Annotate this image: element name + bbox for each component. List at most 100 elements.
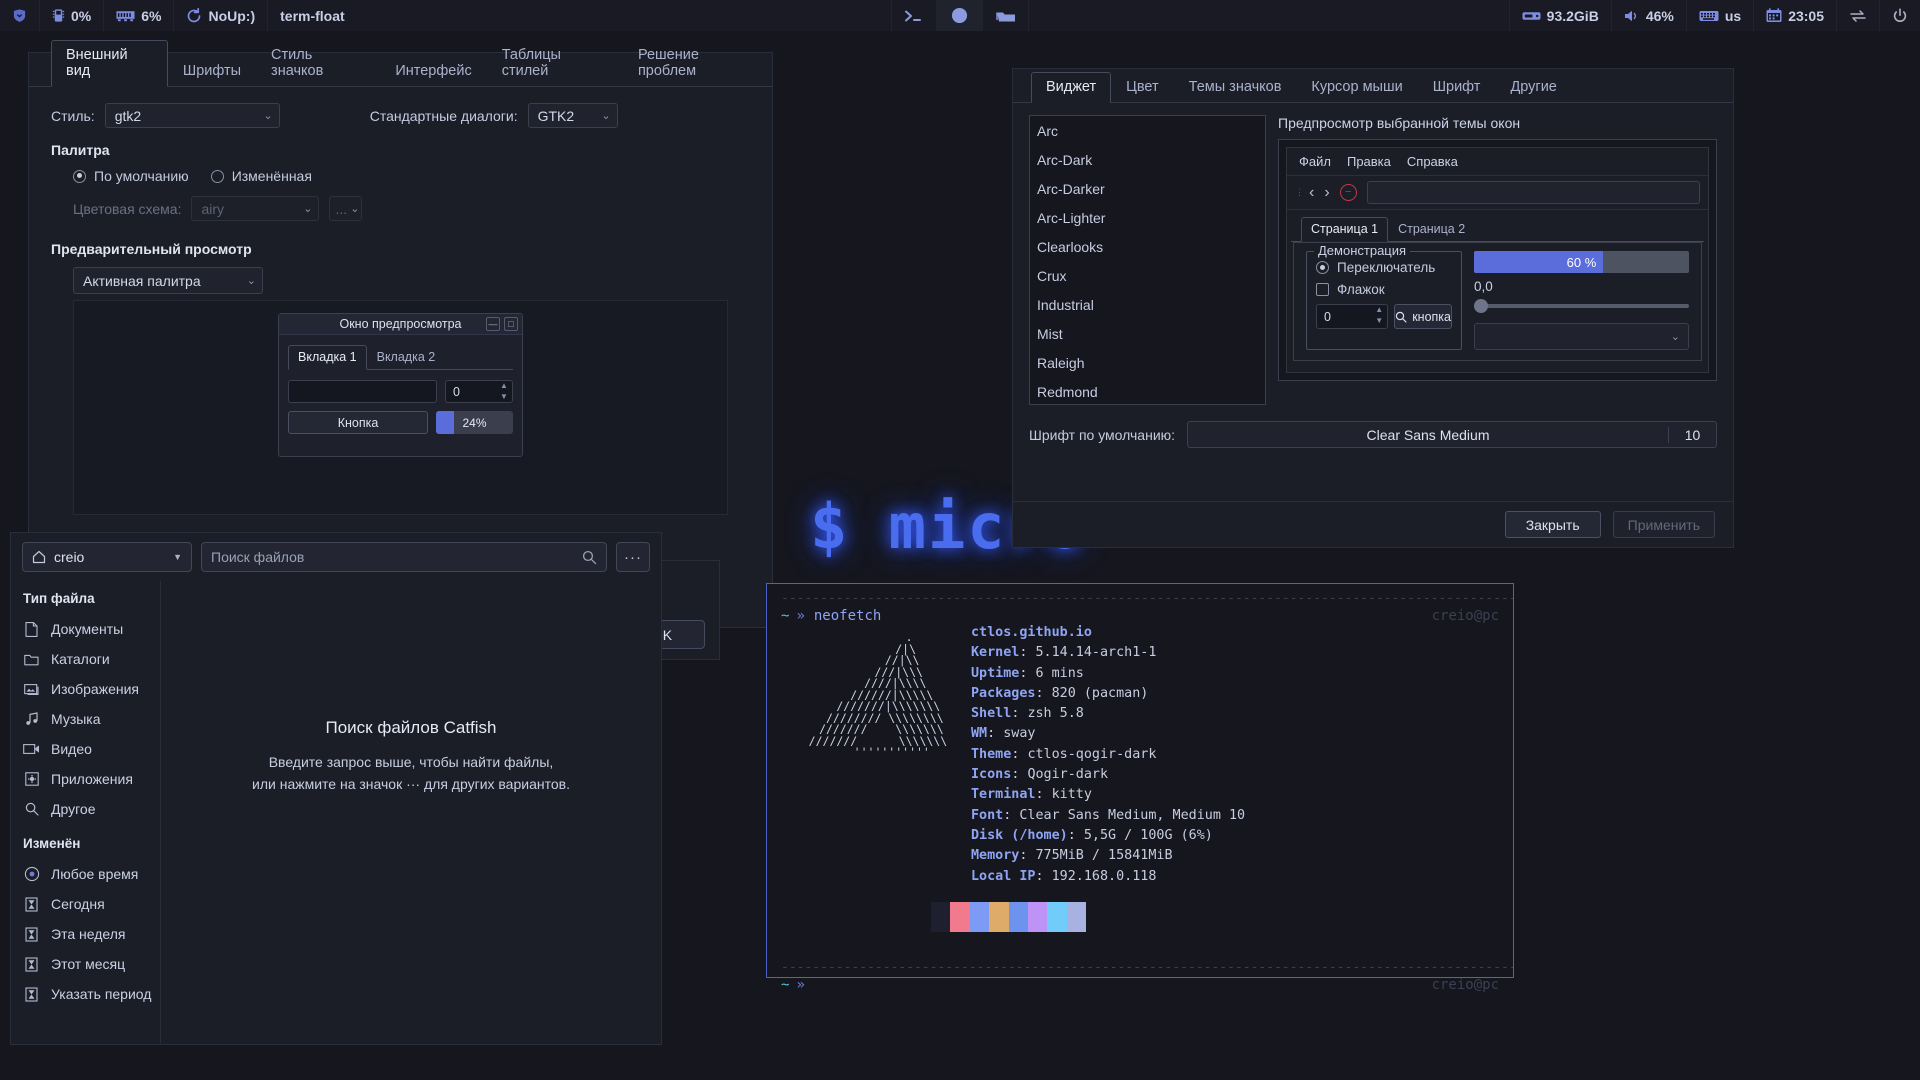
list-item[interactable]: Arc-Dark — [1030, 145, 1265, 174]
status-network[interactable] — [1836, 0, 1879, 31]
tab-font[interactable]: Шрифт — [1418, 72, 1496, 103]
back-arrow-icon[interactable]: ‹ — [1309, 184, 1314, 202]
sidebar-item-this-month[interactable]: Этот месяц — [23, 949, 160, 979]
tab-stylesheets[interactable]: Таблицы стилей — [487, 40, 623, 87]
preview-address-field[interactable] — [1367, 181, 1700, 204]
sidebar-item-label: Указать период — [51, 986, 151, 1002]
more-options-button[interactable]: ··· — [616, 542, 650, 572]
status-disk[interactable]: 93.2GiB — [1509, 0, 1611, 31]
preview-page-tab-2[interactable]: Страница 2 — [1388, 217, 1475, 242]
prompt-host: creio@pc — [1432, 608, 1499, 624]
tab-interface[interactable]: Интерфейс — [380, 56, 486, 87]
menu-edit[interactable]: Правка — [1347, 154, 1391, 169]
colorscheme-more-button[interactable]: ... ⌄ — [329, 196, 362, 221]
sidebar-item-other[interactable]: Другое — [23, 794, 160, 824]
sidebar-item-label: Документы — [51, 621, 123, 637]
forward-arrow-icon[interactable]: › — [1324, 184, 1329, 202]
dialogs-select[interactable]: GTK2 ⌄ — [528, 103, 618, 128]
list-item[interactable]: Arc-Darker — [1030, 174, 1265, 203]
list-item[interactable]: Clearlooks — [1030, 232, 1265, 261]
sidebar-item-images[interactable]: Изображения — [23, 674, 160, 704]
palette-custom-label: Изменённая — [232, 168, 312, 184]
tab-icon-themes[interactable]: Темы значков — [1174, 72, 1297, 103]
colorscheme-select[interactable]: airy ⌄ — [191, 196, 319, 221]
search-icon[interactable] — [582, 550, 597, 565]
empty-state-line2: или нажмите на значок ··· для других вар… — [252, 774, 570, 796]
sidebar-item-documents[interactable]: Документы — [23, 614, 160, 644]
tab-troubleshooting[interactable]: Решение проблем — [623, 40, 772, 87]
folder-icon — [996, 8, 1016, 24]
sidebar-item-this-week[interactable]: Эта неделя — [23, 919, 160, 949]
minimize-icon[interactable]: — — [486, 317, 500, 331]
path-selector[interactable]: creio ▼ — [22, 542, 192, 572]
tab-widget[interactable]: Виджет — [1031, 72, 1111, 103]
list-item[interactable]: Arc — [1030, 116, 1265, 145]
preview-button[interactable]: Кнопка — [288, 411, 428, 434]
search-input[interactable]: Поиск файлов — [201, 542, 607, 572]
list-item[interactable]: Industrial — [1030, 290, 1265, 319]
info-line: Shell: zsh 5.8 — [971, 707, 1245, 727]
info-line: Theme: ctlos-qogir-dark — [971, 748, 1245, 768]
tab-other[interactable]: Другие — [1495, 72, 1571, 103]
palette-radio-row: По умолчанию Изменённая — [73, 168, 750, 184]
status-power[interactable] — [1879, 0, 1920, 31]
menu-help[interactable]: Справка — [1407, 154, 1458, 169]
taskbar-files[interactable] — [983, 0, 1029, 31]
terminal-prompt-line-2[interactable]: ~ » creio@pc — [767, 975, 1513, 993]
slider-knob[interactable] — [1474, 299, 1488, 313]
default-font-box[interactable]: Clear Sans Medium 10 — [1187, 421, 1717, 448]
sidebar-item-applications[interactable]: Приложения — [23, 764, 160, 794]
close-button[interactable]: Закрыть — [1505, 511, 1601, 538]
sidebar-item-anytime[interactable]: Любое время — [23, 859, 160, 889]
list-item[interactable]: Redmond — [1030, 377, 1265, 405]
preview-tab-2[interactable]: Вкладка 2 — [367, 345, 446, 370]
preview-spinbox[interactable]: 0 ▲▼ — [445, 380, 513, 403]
preview-combo[interactable]: Активная палитра ⌄ — [73, 267, 263, 294]
list-item[interactable]: Raleigh — [1030, 348, 1265, 377]
theme-preview-frame: Файл Правка Справка ⋮ ‹ › − Страниц — [1278, 139, 1717, 381]
tab-mouse-cursor[interactable]: Курсор мыши — [1296, 72, 1417, 103]
demo-spinbox[interactable]: 0 ▲▼ — [1316, 304, 1388, 329]
preview-page-tab-1[interactable]: Страница 1 — [1301, 217, 1388, 242]
status-bar-right: 93.2GiB 46% us 23:05 — [1509, 0, 1920, 31]
tab-icon-theme[interactable]: Стиль значков — [256, 40, 380, 87]
terminal-window[interactable]: ----------------------------------------… — [766, 583, 1514, 978]
status-volume[interactable]: 46% — [1611, 0, 1686, 31]
list-item[interactable]: Crux — [1030, 261, 1265, 290]
tab-appearance[interactable]: Внешний вид — [51, 40, 168, 87]
modified-group-title: Изменён — [23, 836, 160, 851]
sidebar-item-music[interactable]: Музыка — [23, 704, 160, 734]
demo-check-row[interactable]: Флажок — [1316, 282, 1452, 297]
taskbar-moon[interactable] — [937, 0, 983, 31]
sidebar-item-video[interactable]: Видео — [23, 734, 160, 764]
palette-swatch — [1009, 917, 1028, 932]
sidebar-item-label: Каталоги — [51, 651, 110, 667]
preview-tab-1[interactable]: Вкладка 1 — [288, 345, 367, 370]
sidebar-item-today[interactable]: Сегодня — [23, 889, 160, 919]
demo-progress-label: 60 % — [1567, 255, 1597, 270]
stop-icon[interactable]: − — [1340, 184, 1357, 201]
style-select[interactable]: gtk2 ⌄ — [105, 103, 280, 128]
demo-combobox[interactable]: ⌄ — [1474, 323, 1689, 350]
demo-slider[interactable] — [1474, 298, 1689, 314]
status-keyboard[interactable]: us — [1686, 0, 1753, 31]
default-font-size: 10 — [1668, 427, 1716, 443]
maximize-icon[interactable]: □ — [504, 317, 518, 331]
taskbar-terminal[interactable] — [891, 0, 937, 31]
preview-text-input[interactable] — [288, 380, 437, 403]
menu-file[interactable]: Файл — [1299, 154, 1331, 169]
tab-fonts[interactable]: Шрифты — [168, 56, 256, 87]
palette-default-radio[interactable]: По умолчанию — [73, 168, 189, 184]
demo-button[interactable]: кнопка — [1394, 304, 1452, 329]
demo-radio-row[interactable]: Переключатель — [1316, 260, 1452, 275]
list-item[interactable]: Mist — [1030, 319, 1265, 348]
sidebar-item-folders[interactable]: Каталоги — [23, 644, 160, 674]
tab-color[interactable]: Цвет — [1111, 72, 1174, 103]
demo-check-label: Флажок — [1337, 282, 1385, 297]
sidebar-item-custom-range[interactable]: Указать период — [23, 979, 160, 1009]
palette-custom-radio[interactable]: Изменённая — [211, 168, 312, 184]
status-clock[interactable]: 23:05 — [1753, 0, 1836, 31]
list-item[interactable]: Arc-Lighter — [1030, 203, 1265, 232]
theme-list[interactable]: Arc Arc-Dark Arc-Darker Arc-Lighter Clea… — [1029, 115, 1266, 405]
drag-handle-icon[interactable]: ⋮ — [1295, 191, 1299, 194]
